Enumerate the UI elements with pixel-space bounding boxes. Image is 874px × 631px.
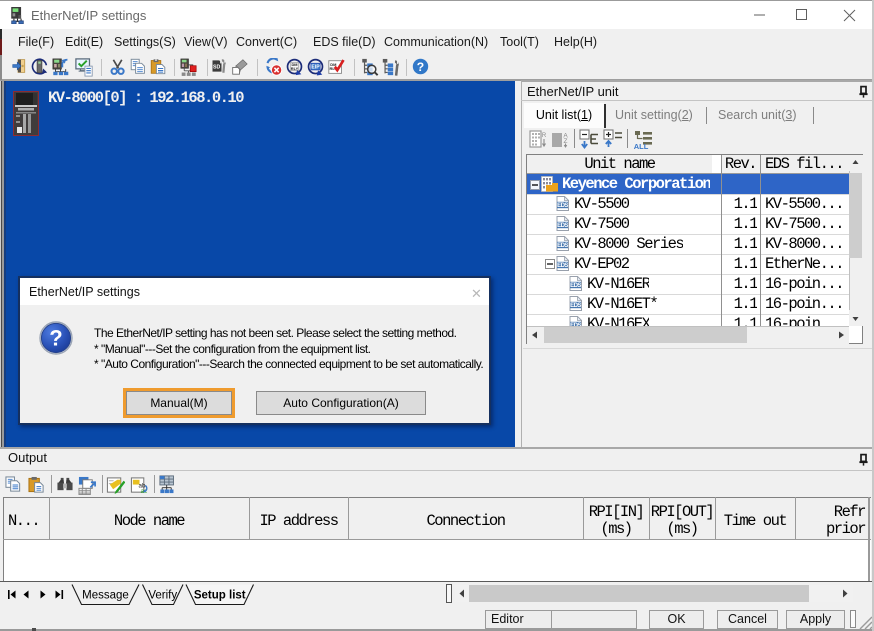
svg-text:R: R xyxy=(541,133,546,139)
svg-text:?: ? xyxy=(49,326,62,351)
svg-text:Verify: Verify xyxy=(148,590,177,602)
svg-text:EDS: EDS xyxy=(570,303,581,309)
svg-text:EIP: EIP xyxy=(311,65,320,71)
svg-text:?: ? xyxy=(417,60,424,74)
svg-text:EDS: EDS xyxy=(557,223,568,229)
svg-text:SD: SD xyxy=(213,64,221,70)
svg-text:EDS: EDS xyxy=(557,203,568,209)
svg-text:EDS: EDS xyxy=(570,283,581,289)
svg-text:EDS: EDS xyxy=(557,243,568,249)
svg-text:EDS: EDS xyxy=(557,263,568,269)
svg-text:Message: Message xyxy=(82,590,129,602)
svg-text:ALL: ALL xyxy=(634,142,649,151)
svg-text:RLY: RLY xyxy=(291,66,299,71)
svg-text:Setup list: Setup list xyxy=(194,590,246,602)
